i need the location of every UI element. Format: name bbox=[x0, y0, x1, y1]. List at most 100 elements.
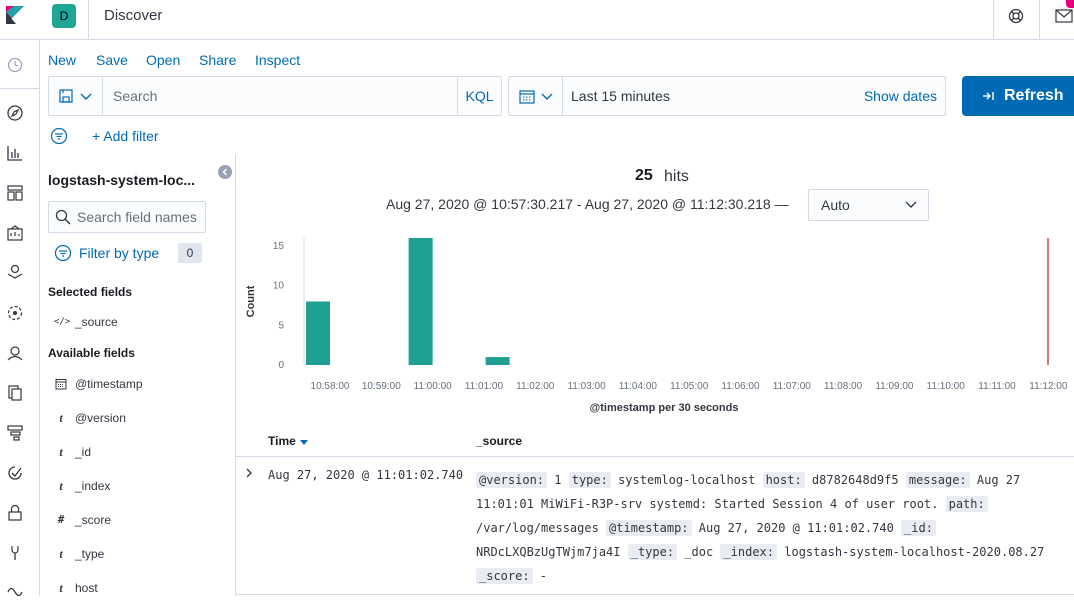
histogram-chart[interactable]: 0 5 10 15 Count 10:58:00 10:59:00 11:00:00 11:01… bbox=[240, 230, 1074, 425]
x-tick-label: 11:08:00 bbox=[824, 381, 863, 392]
source-field-key: _id: bbox=[901, 520, 936, 536]
siem-lock-icon[interactable] bbox=[6, 504, 24, 522]
maps-icon[interactable] bbox=[6, 262, 24, 280]
field-item[interactable]: t @version bbox=[54, 409, 224, 429]
mail-icon[interactable] bbox=[1055, 9, 1073, 23]
saved-query-button[interactable] bbox=[49, 77, 103, 115]
field-item[interactable]: t _index bbox=[54, 477, 224, 497]
chevron-down-icon bbox=[80, 93, 92, 100]
available-fields-heading: Available fields bbox=[48, 346, 135, 360]
discover-compass-icon[interactable] bbox=[6, 104, 24, 122]
quick-select-button[interactable] bbox=[509, 77, 563, 115]
x-tick-label: 11:11:00 bbox=[978, 381, 1016, 392]
save-link[interactable]: Save bbox=[96, 52, 128, 68]
stack-monitoring-icon[interactable] bbox=[6, 582, 24, 600]
x-tick-label: 11:02:00 bbox=[516, 381, 555, 392]
space-avatar[interactable]: D bbox=[52, 4, 76, 28]
selected-fields-heading: Selected fields bbox=[48, 285, 133, 299]
refresh-button[interactable]: Refresh bbox=[962, 76, 1074, 116]
sort-down-icon[interactable] bbox=[300, 440, 308, 445]
add-filter-button[interactable]: + Add filter bbox=[92, 128, 159, 144]
source-field-icon: </> bbox=[54, 317, 71, 327]
x-tick-label: 10:59:00 bbox=[362, 381, 401, 392]
hits-label: hits bbox=[664, 168, 689, 185]
histogram-bar[interactable] bbox=[306, 301, 330, 366]
source-field-value: Aug 27, 2020 @ 11:01:02.740 bbox=[691, 521, 902, 535]
source-field-key: path: bbox=[945, 496, 988, 512]
collapse-sidebar-button[interactable] bbox=[218, 165, 232, 179]
open-link[interactable]: Open bbox=[146, 52, 180, 68]
index-pattern-selector[interactable]: logstash-system-loc... bbox=[48, 172, 195, 188]
visualize-chart-icon[interactable] bbox=[6, 144, 24, 162]
source-field-value: /var/log/messages bbox=[476, 521, 607, 535]
field-name: @version bbox=[75, 411, 126, 425]
apm-icon[interactable] bbox=[6, 424, 24, 442]
field-search-input[interactable] bbox=[77, 203, 203, 231]
x-tick-label: 10:58:00 bbox=[311, 381, 350, 392]
source-field-value: _doc bbox=[677, 545, 721, 559]
source-field-key: _score: bbox=[476, 568, 533, 584]
search-input[interactable] bbox=[105, 78, 455, 114]
source-field-value: systemlog-localhost bbox=[610, 473, 763, 487]
y-axis-label: Count bbox=[245, 285, 257, 317]
field-item[interactable]: </> _source bbox=[54, 313, 224, 333]
chevron-right-icon[interactable] bbox=[244, 468, 254, 478]
source-field-value: NRDcLXQBzUgTWjm7ja4I bbox=[476, 545, 628, 559]
x-tick-label: 11:07:00 bbox=[773, 381, 812, 392]
header-divider bbox=[88, 0, 89, 40]
uptime-icon[interactable] bbox=[6, 464, 24, 482]
y-tick-label: 15 bbox=[273, 241, 285, 252]
dev-tools-icon[interactable] bbox=[6, 544, 24, 562]
query-language-button[interactable]: KQL bbox=[457, 77, 501, 115]
field-name: _id bbox=[75, 445, 92, 459]
source-field-key: type: bbox=[568, 472, 611, 488]
search-icon bbox=[55, 209, 71, 225]
x-tick-label: 11:03:00 bbox=[567, 381, 606, 392]
date-range-label[interactable]: Last 15 minutes bbox=[571, 88, 670, 104]
field-item[interactable]: @timestamp bbox=[54, 375, 224, 395]
refresh-icon bbox=[983, 92, 994, 100]
field-item[interactable]: t _id bbox=[54, 443, 224, 463]
filter-options-icon[interactable] bbox=[50, 127, 68, 145]
x-tick-label: 11:10:00 bbox=[927, 381, 966, 392]
source-field-key: _type: bbox=[627, 544, 678, 560]
dashboard-icon[interactable] bbox=[6, 184, 24, 202]
save-disk-icon bbox=[59, 89, 73, 103]
infrastructure-icon[interactable] bbox=[6, 344, 24, 362]
column-header-time[interactable]: Time bbox=[268, 434, 296, 448]
filter-by-type-button[interactable]: Filter by type bbox=[79, 245, 159, 261]
canvas-icon[interactable] bbox=[6, 224, 24, 242]
histogram-bar[interactable] bbox=[485, 357, 510, 365]
field-name: @timestamp bbox=[75, 377, 143, 391]
machine-learning-icon[interactable] bbox=[6, 304, 24, 322]
help-icon[interactable] bbox=[1008, 8, 1024, 24]
field-item[interactable]: # _score bbox=[54, 511, 224, 531]
new-link[interactable]: New bbox=[48, 52, 76, 68]
x-tick-label: 11:12:00 bbox=[1029, 381, 1068, 392]
chevron-down-icon bbox=[541, 93, 553, 100]
notification-badge bbox=[1066, 0, 1074, 8]
logs-icon[interactable] bbox=[6, 384, 24, 402]
field-item[interactable]: t _type bbox=[54, 545, 224, 565]
interval-select[interactable]: Auto bbox=[808, 189, 929, 221]
inspect-link[interactable]: Inspect bbox=[255, 52, 300, 68]
y-tick-label: 5 bbox=[278, 320, 284, 331]
field-item[interactable]: t host bbox=[54, 579, 224, 599]
field-name: _score bbox=[75, 513, 112, 527]
string-field-icon: t bbox=[59, 445, 63, 459]
document-timestamp: Aug 27, 2020 @ 11:01:02.740 bbox=[268, 468, 464, 482]
recent-clock-icon[interactable] bbox=[6, 56, 24, 74]
share-link[interactable]: Share bbox=[199, 52, 236, 68]
x-tick-label: 11:09:00 bbox=[875, 381, 914, 392]
field-name: _source bbox=[75, 315, 118, 329]
page-title: Discover bbox=[104, 7, 163, 24]
filter-type-icon bbox=[54, 244, 72, 262]
field-name: _type bbox=[75, 547, 105, 561]
kibana-logo-icon[interactable] bbox=[4, 4, 26, 26]
show-dates-link[interactable]: Show dates bbox=[864, 88, 937, 104]
source-field-key: _index: bbox=[720, 544, 778, 560]
x-tick-label: 11:01:00 bbox=[465, 381, 504, 392]
histogram-bar[interactable] bbox=[408, 238, 433, 365]
filter-count-badge: 0 bbox=[178, 243, 202, 263]
source-field-value: logstash-system-localhost-2020.08.27 bbox=[777, 545, 1045, 559]
